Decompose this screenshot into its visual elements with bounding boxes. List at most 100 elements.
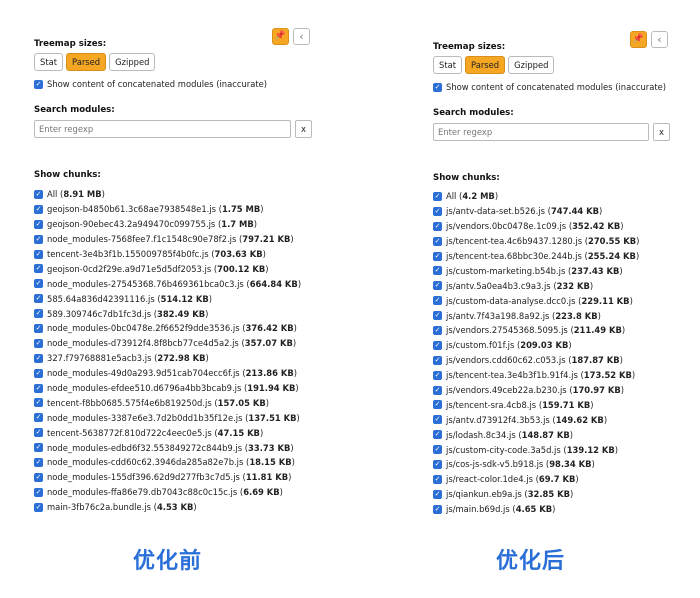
chunk-item[interactable]: ✓ js/lodash.8c34.js (148.87 KB) xyxy=(433,427,639,442)
checkbox-checked-icon[interactable]: ✓ xyxy=(34,79,43,89)
chunk-item[interactable]: ✓ geojson-90ebec43.2a949470c099755.js (1.… xyxy=(34,217,301,232)
checkbox-checked-icon[interactable]: ✓ xyxy=(433,221,442,231)
chunk-item[interactable]: ✓ js/custom-city-code.3a5d.js (139.12 KB) xyxy=(433,442,639,457)
chunk-item[interactable]: ✓ node_modules-49d0a293.9d51cab704ecc6f.j… xyxy=(34,366,301,381)
checkbox-checked-icon[interactable]: ✓ xyxy=(34,502,43,512)
chunk-item[interactable]: ✓ js/antv.d73912f4.3b53.js (149.62 KB) xyxy=(433,412,639,427)
checkbox-checked-icon[interactable]: ✓ xyxy=(34,487,43,497)
checkbox-checked-icon[interactable]: ✓ xyxy=(34,353,43,363)
chunk-item[interactable]: ✓ tencent-f8bb0685.575f4e6b819250d.js (15… xyxy=(34,395,301,410)
checkbox-checked-icon[interactable]: ✓ xyxy=(433,206,442,216)
gzipped-size-button[interactable]: Gzipped xyxy=(109,53,156,71)
chunk-item[interactable]: ✓ node_modules-edbd6f32.553849272c844b9.j… xyxy=(34,440,301,455)
chunk-item[interactable]: ✓ node_modules-cdd60c62.3946da285a82e7b.j… xyxy=(34,455,301,470)
checkbox-checked-icon[interactable]: ✓ xyxy=(34,472,43,482)
concatenated-modules-toggle[interactable]: ✓ Show content of concatenated modules (… xyxy=(34,79,267,89)
chunk-item[interactable]: ✓ node_modules-3387e6e3.7d2b0dd1b35f12e.j… xyxy=(34,410,301,425)
checkbox-checked-icon[interactable]: ✓ xyxy=(433,459,442,469)
checkbox-checked-icon[interactable]: ✓ xyxy=(34,338,43,348)
checkbox-checked-icon[interactable]: ✓ xyxy=(34,309,43,319)
chunk-item[interactable]: ✓ node_modules-27545368.76b469361bca0c3.j… xyxy=(34,276,301,291)
chunk-item[interactable]: ✓ node_modules-0bc0478e.2f6652f9dde3536.j… xyxy=(34,321,301,336)
checkbox-checked-icon[interactable]: ✓ xyxy=(433,281,442,291)
chunk-item[interactable]: ✓ main-3fb76c2a.bundle.js (4.53 KB) xyxy=(34,500,301,515)
checkbox-checked-icon[interactable]: ✓ xyxy=(433,311,442,321)
checkbox-checked-icon[interactable]: ✓ xyxy=(34,234,43,244)
checkbox-checked-icon[interactable]: ✓ xyxy=(34,323,43,333)
chunk-item[interactable]: ✓ js/main.b69d.js (4.65 KB) xyxy=(433,502,639,517)
chunk-item[interactable]: ✓ js/tencent-tea.4c6b9437.1280.js (270.55… xyxy=(433,234,639,249)
chunk-item[interactable]: ✓ node_modules-7568fee7.f1c1548c90e78f2.j… xyxy=(34,232,301,247)
clear-search-button[interactable]: x xyxy=(653,123,670,141)
chunk-item[interactable]: ✓ js/antv.7f43a198.8a92.js (223.8 KB) xyxy=(433,308,639,323)
checkbox-checked-icon[interactable]: ✓ xyxy=(433,430,442,440)
checkbox-checked-icon[interactable]: ✓ xyxy=(34,383,43,393)
chunk-item[interactable]: ✓ tencent-5638772f.810d722c4eec0e5.js (47… xyxy=(34,425,301,440)
chunk-item[interactable]: ✓ geojson-b4850b61.3c68ae7938548e1.js (1.… xyxy=(34,202,301,217)
chunk-item[interactable]: ✓ All (8.91 MB) xyxy=(34,187,301,202)
chunk-item[interactable]: ✓ js/qiankun.eb9a.js (32.85 KB) xyxy=(433,487,639,502)
chunk-item[interactable]: ✓ All (4.2 MB) xyxy=(433,189,639,204)
checkbox-checked-icon[interactable]: ✓ xyxy=(433,355,442,365)
chunk-item[interactable]: ✓ node_modules-ffa86e79.db7043c88c0c15c.j… xyxy=(34,485,301,500)
gzipped-size-button[interactable]: Gzipped xyxy=(508,56,555,74)
checkbox-checked-icon[interactable]: ✓ xyxy=(34,264,43,274)
checkbox-checked-icon[interactable]: ✓ xyxy=(433,489,442,499)
checkbox-checked-icon[interactable]: ✓ xyxy=(433,266,442,276)
checkbox-checked-icon[interactable]: ✓ xyxy=(433,445,442,455)
checkbox-checked-icon[interactable]: ✓ xyxy=(433,236,442,246)
collapse-button[interactable]: ‹ xyxy=(651,31,668,48)
chunk-item[interactable]: ✓ js/custom-marketing.b54b.js (237.43 KB) xyxy=(433,263,639,278)
pin-button[interactable]: 📌 xyxy=(630,31,647,48)
chunk-item[interactable]: ✓ node_modules-efdee510.d6796a4bb3bcab9.j… xyxy=(34,381,301,396)
checkbox-checked-icon[interactable]: ✓ xyxy=(34,443,43,453)
checkbox-checked-icon[interactable]: ✓ xyxy=(34,249,43,259)
chunk-item[interactable]: ✓ node_modules-155df396.62d9d277fb3c7d5.j… xyxy=(34,470,301,485)
clear-search-button[interactable]: x xyxy=(295,120,312,138)
search-input[interactable] xyxy=(34,120,291,138)
chunk-item[interactable]: ✓ 585.64a836d42391116.js (514.12 KB) xyxy=(34,291,301,306)
chunk-item[interactable]: ✓ js/vendors.49ceb22a.b230.js (170.97 KB) xyxy=(433,383,639,398)
chunk-item[interactable]: ✓ js/antv-data-set.b526.js (747.44 KB) xyxy=(433,204,639,219)
chunk-item[interactable]: ✓ tencent-3e4b3f1b.155009785f4b0fc.js (70… xyxy=(34,247,301,262)
chunk-item[interactable]: ✓ geojson-0cd2f29e.a9d71e5d5df2053.js (70… xyxy=(34,261,301,276)
checkbox-checked-icon[interactable]: ✓ xyxy=(34,368,43,378)
checkbox-checked-icon[interactable]: ✓ xyxy=(34,294,43,304)
checkbox-checked-icon[interactable]: ✓ xyxy=(433,400,442,410)
checkbox-checked-icon[interactable]: ✓ xyxy=(433,296,442,306)
checkbox-checked-icon[interactable]: ✓ xyxy=(433,385,442,395)
chunk-item[interactable]: ✓ js/vendors.cdd60c62.c053.js (187.87 KB) xyxy=(433,353,639,368)
concatenated-modules-toggle[interactable]: ✓ Show content of concatenated modules (… xyxy=(433,82,666,92)
checkbox-checked-icon[interactable]: ✓ xyxy=(34,457,43,467)
chunk-item[interactable]: ✓ node_modules-d73912f4.8f8bcb77ce4d5a2.j… xyxy=(34,336,301,351)
checkbox-checked-icon[interactable]: ✓ xyxy=(34,204,43,214)
checkbox-checked-icon[interactable]: ✓ xyxy=(433,474,442,484)
checkbox-checked-icon[interactable]: ✓ xyxy=(34,413,43,423)
chunk-item[interactable]: ✓ js/antv.5a0ea4b3.c9a3.js (232 KB) xyxy=(433,278,639,293)
chunk-item[interactable]: ✓ 327.f79768881e5acb3.js (272.98 KB) xyxy=(34,351,301,366)
chunk-item[interactable]: ✓ 589.309746c7db1fc3d.js (382.49 KB) xyxy=(34,306,301,321)
stat-size-button[interactable]: Stat xyxy=(433,56,463,74)
checkbox-checked-icon[interactable]: ✓ xyxy=(34,219,43,229)
chunk-item[interactable]: ✓ js/vendors.0bc0478e.1c09.js (352.42 KB) xyxy=(433,219,639,234)
chunk-item[interactable]: ✓ js/tencent-tea.68bbc30e.244b.js (255.24… xyxy=(433,249,639,264)
checkbox-checked-icon[interactable]: ✓ xyxy=(433,191,442,201)
checkbox-checked-icon[interactable]: ✓ xyxy=(34,398,43,408)
checkbox-checked-icon[interactable]: ✓ xyxy=(433,415,442,425)
checkbox-checked-icon[interactable]: ✓ xyxy=(433,325,442,335)
checkbox-checked-icon[interactable]: ✓ xyxy=(433,370,442,380)
checkbox-checked-icon[interactable]: ✓ xyxy=(433,82,442,92)
checkbox-checked-icon[interactable]: ✓ xyxy=(34,279,43,289)
pin-button[interactable]: 📌 xyxy=(272,28,289,45)
parsed-size-button[interactable]: Parsed xyxy=(465,56,506,74)
chunk-item[interactable]: ✓ js/custom-data-analyse.dcc0.js (229.11 … xyxy=(433,293,639,308)
parsed-size-button[interactable]: Parsed xyxy=(66,53,107,71)
chunk-item[interactable]: ✓ js/custom.f01f.js (209.03 KB) xyxy=(433,338,639,353)
chunk-item[interactable]: ✓ js/react-color.1de4.js (69.7 KB) xyxy=(433,472,639,487)
checkbox-checked-icon[interactable]: ✓ xyxy=(34,189,43,199)
search-input[interactable] xyxy=(433,123,649,141)
checkbox-checked-icon[interactable]: ✓ xyxy=(34,428,43,438)
checkbox-checked-icon[interactable]: ✓ xyxy=(433,340,442,350)
chunk-item[interactable]: ✓ js/vendors.27545368.5095.js (211.49 KB) xyxy=(433,323,639,338)
chunk-item[interactable]: ✓ js/tencent-sra.4cb8.js (159.71 KB) xyxy=(433,397,639,412)
